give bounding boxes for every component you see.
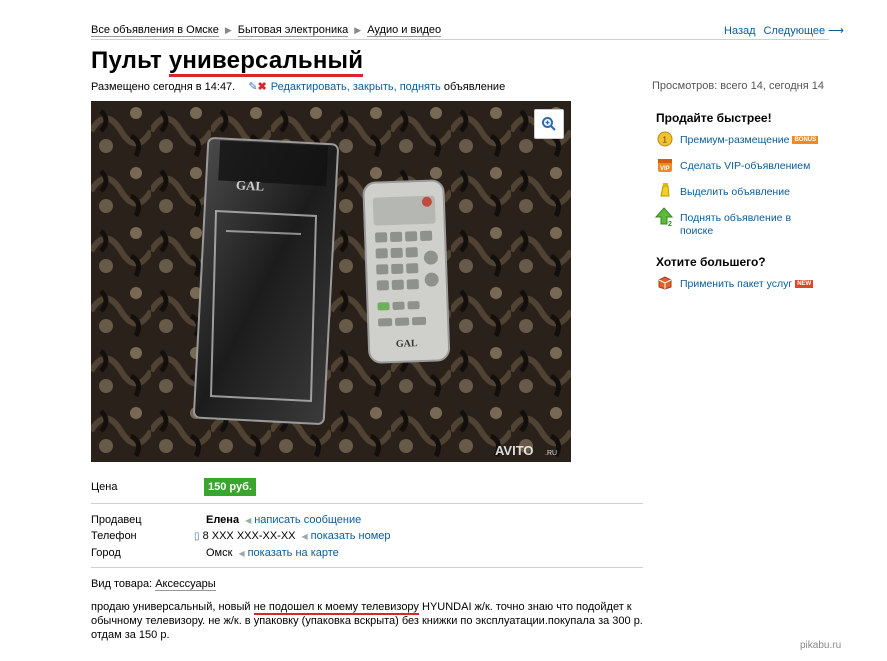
make-vip-link[interactable]: Сделать VIP-объявлением <box>680 160 810 172</box>
zoom-button[interactable] <box>534 109 564 139</box>
chevron-right-icon: ▶ <box>224 25 232 35</box>
package-icon <box>658 276 672 290</box>
divider <box>91 39 829 40</box>
breadcrumb-electronics[interactable]: Бытовая электроника <box>237 24 349 37</box>
back-link[interactable]: Назад <box>724 25 756 37</box>
new-badge: NEW <box>795 280 814 289</box>
seller-label: Продавец <box>91 514 142 526</box>
price-label: Цена <box>91 481 118 493</box>
page-title: Пульт универсальный <box>91 47 364 77</box>
next-link[interactable]: Следующее ⟶ <box>764 25 844 37</box>
city-label: Город <box>91 547 121 559</box>
svg-text:1: 1 <box>663 136 668 145</box>
listing-photo[interactable]: GAL GAL AVITO .RU <box>91 101 571 462</box>
breadcrumb-all-ads[interactable]: Все объявления в Омске <box>91 24 219 37</box>
phone-label: Телефон <box>91 530 137 542</box>
want-more-heading: Хотите большего? <box>656 255 766 269</box>
photo-illustration: GAL GAL AVITO .RU <box>91 101 571 462</box>
seller-row: Елена ◀ написать сообщение <box>206 514 361 526</box>
svg-text:VIP: VIP <box>660 166 670 172</box>
phone-icon: ▯ <box>194 531 200 542</box>
show-number-link[interactable]: показать номер <box>311 530 391 542</box>
edit-close-raise-link[interactable]: Редактировать, закрыть, поднять <box>271 81 441 93</box>
product-type-label: Вид товара: <box>91 578 153 590</box>
remote-brand: GAL <box>396 338 418 350</box>
show-on-map-link[interactable]: показать на карте <box>248 547 339 559</box>
close-icon: ✖ <box>257 81 267 93</box>
divider <box>91 503 643 504</box>
site-watermark: pikabu.ru <box>800 640 842 651</box>
description-underlined: не подошел к моему телевизору <box>253 601 419 615</box>
posted-date: Размещено сегодня в 14:47. <box>91 81 236 93</box>
raise-ad-label-1: Поднять объявление в <box>680 212 792 224</box>
city-row: Омск ◀ показать на карте <box>206 547 339 559</box>
posted-info: Размещено сегодня в 14:47. ✎✖ Редактирова… <box>91 80 505 93</box>
views-counter: Просмотров: всего 14, сегодня 14 <box>652 80 824 92</box>
write-message-link[interactable]: написать сообщение <box>254 514 361 526</box>
description-part-1: продаю универсальный, новый <box>91 601 254 613</box>
apply-package-label: Применить пакет услуг <box>680 278 793 290</box>
product-type-value[interactable]: Аксессуары <box>155 578 216 591</box>
posted-suffix: объявление <box>443 81 506 93</box>
seller-name: Елена <box>206 514 240 526</box>
triangle-left-icon: ◀ <box>301 532 308 541</box>
pencil-icon: ✎ <box>248 81 258 93</box>
product-type: Вид товара: Аксессуары <box>91 578 216 591</box>
title-word-underlined: универсальный <box>168 47 364 77</box>
coin-icon: 1 <box>657 131 673 147</box>
description: продаю универсальный, новый не подошел к… <box>91 600 646 642</box>
chevron-right-icon: ▶ <box>354 25 362 35</box>
raise-ad-link[interactable]: Поднять объявление в поиске <box>680 212 791 238</box>
svg-text:2: 2 <box>668 221 672 227</box>
title-word: Пульт <box>91 47 162 74</box>
breadcrumb: Все объявления в Омске ▶ Бытовая электрони… <box>91 24 442 37</box>
price-value: 150 руб. <box>204 478 256 496</box>
prev-next-nav: Назад Следующее ⟶ <box>716 24 844 37</box>
premium-label: Премиум-размещение <box>680 134 790 146</box>
pack-brand: GAL <box>236 177 265 193</box>
apply-package-link[interactable]: Применить пакет услуг NEW <box>680 278 814 290</box>
triangle-left-icon: ◀ <box>238 549 245 558</box>
highlighter-icon <box>660 183 670 197</box>
avito-watermark: AVITO <box>495 443 534 458</box>
sell-faster-heading: Продайте быстрее! <box>656 111 772 125</box>
zoom-in-icon <box>542 117 556 131</box>
premium-placement-link[interactable]: Премиум-размещение BONUS <box>680 134 819 146</box>
raise-ad-label-2: поиске <box>680 225 714 237</box>
phone-value: 8 XXX XXX-XX-XX <box>202 530 296 542</box>
breadcrumb-audio-video[interactable]: Аудио и видео <box>367 24 442 37</box>
divider <box>91 567 643 568</box>
raise-arrow-icon: 2 <box>655 207 674 227</box>
bonus-badge: BONUS <box>792 136 819 145</box>
highlight-ad-link[interactable]: Выделить объявление <box>680 186 790 198</box>
city-value: Омск <box>206 547 233 559</box>
triangle-left-icon: ◀ <box>245 516 252 525</box>
phone-row: ▯ 8 XXX XXX-XX-XX ◀ показать номер <box>194 530 391 542</box>
vip-icon: VIP <box>658 159 672 172</box>
avito-watermark-suffix: .RU <box>545 450 557 457</box>
